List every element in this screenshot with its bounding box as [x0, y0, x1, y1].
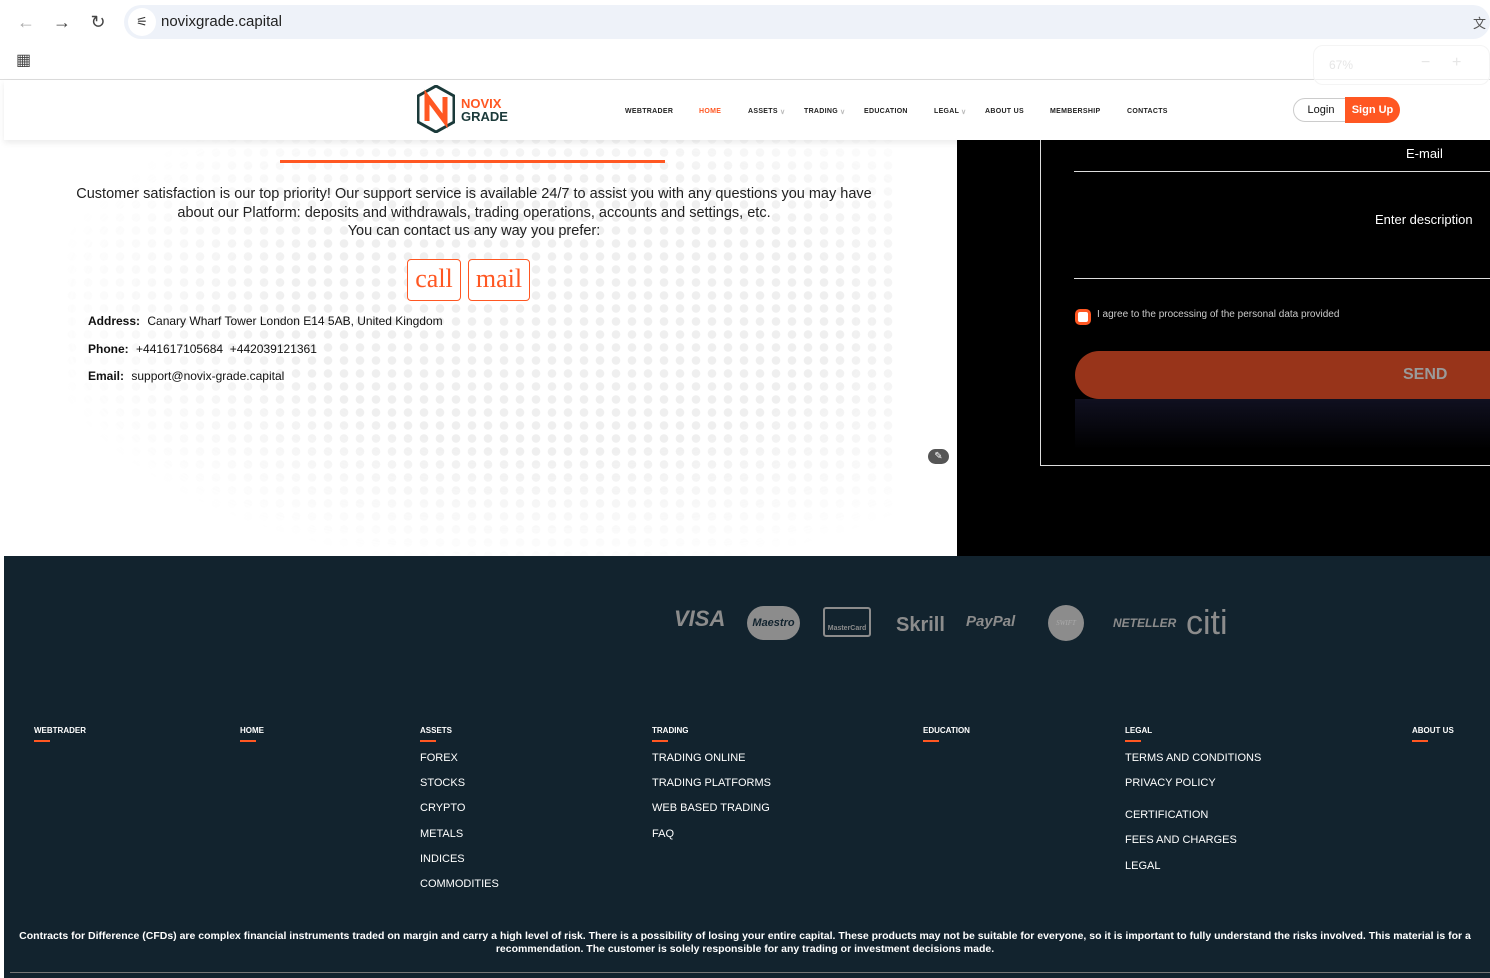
citi-logo: citi: [1186, 604, 1228, 642]
email-underline: [1074, 171, 1490, 172]
phone-label: Phone:: [88, 342, 129, 356]
footer-heading-legal[interactable]: LEGAL: [1125, 726, 1152, 742]
signup-button[interactable]: Sign Up: [1345, 97, 1400, 123]
risk-disclaimer: Contracts for Difference (CFDs) are comp…: [19, 930, 1471, 955]
site-header: NOVIX GRADE WEBTRADER HOME ASSETS ∨ TRAD…: [4, 80, 1490, 140]
intro-text-2: You can contact us any way you prefer:: [347, 223, 601, 239]
footer-link[interactable]: CERTIFICATION: [1125, 809, 1208, 821]
footer-link[interactable]: WEB BASED TRADING: [652, 802, 770, 814]
footer-link[interactable]: TERMS AND CONDITIONS: [1125, 752, 1261, 764]
zoom-in-button[interactable]: +: [1452, 54, 1461, 72]
chevron-down-icon: ∨: [780, 109, 786, 116]
nav-contacts[interactable]: CONTACTS: [1127, 108, 1168, 115]
call-button[interactable]: call: [407, 259, 461, 301]
address-value: Canary Wharf Tower London E14 5AB, Unite…: [147, 314, 443, 328]
forward-icon[interactable]: →: [50, 10, 74, 34]
footer-heading-about-us[interactable]: ABOUT US: [1412, 726, 1454, 742]
skrill-logo: Skrill: [896, 614, 945, 636]
login-button[interactable]: Login: [1293, 98, 1349, 122]
nav-home[interactable]: HOME: [699, 108, 721, 115]
nav-legal[interactable]: LEGAL: [934, 108, 959, 115]
zoom-level: 67%: [1329, 58, 1354, 72]
footer-link[interactable]: COMMODITIES: [420, 878, 499, 890]
contact-section: Customer satisfaction is our top priorit…: [4, 140, 957, 556]
button-shadow: [1075, 399, 1490, 449]
contact-intro: Customer satisfaction is our top priorit…: [74, 185, 874, 241]
intro-text: Customer satisfaction is our top priorit…: [76, 186, 872, 221]
logo-icon[interactable]: [417, 85, 455, 133]
back-icon[interactable]: ←: [14, 10, 38, 34]
footer-link[interactable]: TRADING PLATFORMS: [652, 777, 771, 789]
apps-grid-icon[interactable]: ▦: [16, 50, 31, 70]
nav-about-us[interactable]: ABOUT US: [985, 108, 1024, 115]
mastercard-logo: MasterCard: [823, 607, 871, 637]
footer-link[interactable]: INDICES: [420, 853, 465, 865]
footer-link[interactable]: FEES AND CHARGES: [1125, 834, 1237, 846]
logo-text-grade: GRADE: [461, 109, 508, 124]
footer-link[interactable]: TRADING ONLINE: [652, 752, 746, 764]
site-settings-icon[interactable]: ⚟: [128, 8, 156, 36]
url-text: novixgrade.capital: [161, 13, 282, 30]
footer-heading-assets[interactable]: ASSETS: [420, 726, 452, 742]
description-underline: [1074, 278, 1490, 279]
nav-webtrader[interactable]: WEBTRADER: [625, 108, 673, 115]
phone-line: Phone: +441617105684 +442039121361: [88, 342, 317, 356]
nav-membership[interactable]: MEMBERSHIP: [1050, 108, 1100, 115]
email-input[interactable]: E-mail: [1406, 146, 1443, 161]
translate-icon[interactable]: ⽂: [1473, 13, 1486, 32]
description-input[interactable]: Enter description: [1375, 212, 1473, 227]
footer-heading-trading[interactable]: TRADING: [652, 726, 688, 742]
footer-heading-webtrader[interactable]: WEBTRADER: [34, 726, 86, 742]
chevron-down-icon: ∨: [961, 109, 967, 116]
contact-form-panel: E-mail Enter description I agree to the …: [957, 135, 1490, 556]
neteller-logo: NETELLER: [1113, 616, 1177, 630]
agree-label: I agree to the processing of the persona…: [1097, 309, 1340, 320]
footer-link[interactable]: FAQ: [652, 828, 674, 840]
footer-link[interactable]: PRIVACY POLICY: [1125, 777, 1216, 789]
footer-heading-home[interactable]: HOME: [240, 726, 264, 742]
visa-logo: VISA: [674, 606, 726, 631]
browser-toolbar: ← → ↻ ⚟ novixgrade.capital ⽂ ▦: [0, 0, 1490, 80]
mail-button[interactable]: mail: [468, 259, 530, 301]
address-bar[interactable]: ⚟ novixgrade.capital ⽂: [124, 5, 1490, 39]
footer-link[interactable]: STOCKS: [420, 777, 465, 789]
address-label: Address:: [88, 314, 141, 328]
email-label: Email:: [88, 369, 125, 383]
nav-education[interactable]: EDUCATION: [864, 108, 908, 115]
email-line: Email: support@novix-grade.capital: [88, 369, 284, 383]
footer-link[interactable]: LEGAL: [1125, 860, 1160, 872]
zoom-popup: 67% − +: [1313, 45, 1490, 85]
divider: [280, 160, 665, 163]
chevron-down-icon: ∨: [840, 109, 846, 116]
swift-logo: SWIFT: [1048, 605, 1084, 641]
agree-checkbox[interactable]: [1075, 309, 1091, 325]
zoom-out-button[interactable]: −: [1421, 54, 1430, 72]
maestro-logo: Maestro: [747, 606, 800, 640]
paypal-logo: PayPal: [966, 613, 1016, 630]
address-line: Address: Canary Wharf Tower London E14 5…: [88, 314, 443, 328]
footer: VISA Maestro MasterCard Skrill PayPal SW…: [4, 556, 1490, 978]
nav-trading[interactable]: TRADING: [804, 108, 838, 115]
edit-icon[interactable]: ✎: [928, 449, 949, 464]
email-value[interactable]: support@novix-grade.capital: [131, 369, 284, 383]
nav-assets[interactable]: ASSETS: [748, 108, 778, 115]
footer-link[interactable]: FOREX: [420, 752, 458, 764]
reload-icon[interactable]: ↻: [86, 10, 110, 34]
footer-link[interactable]: CRYPTO: [420, 802, 465, 814]
footer-divider: [10, 972, 1490, 973]
footer-heading-education[interactable]: EDUCATION: [923, 726, 970, 742]
footer-link[interactable]: METALS: [420, 828, 463, 840]
send-button[interactable]: SEND: [1075, 351, 1490, 399]
phone-value[interactable]: +441617105684 +442039121361: [136, 342, 317, 356]
